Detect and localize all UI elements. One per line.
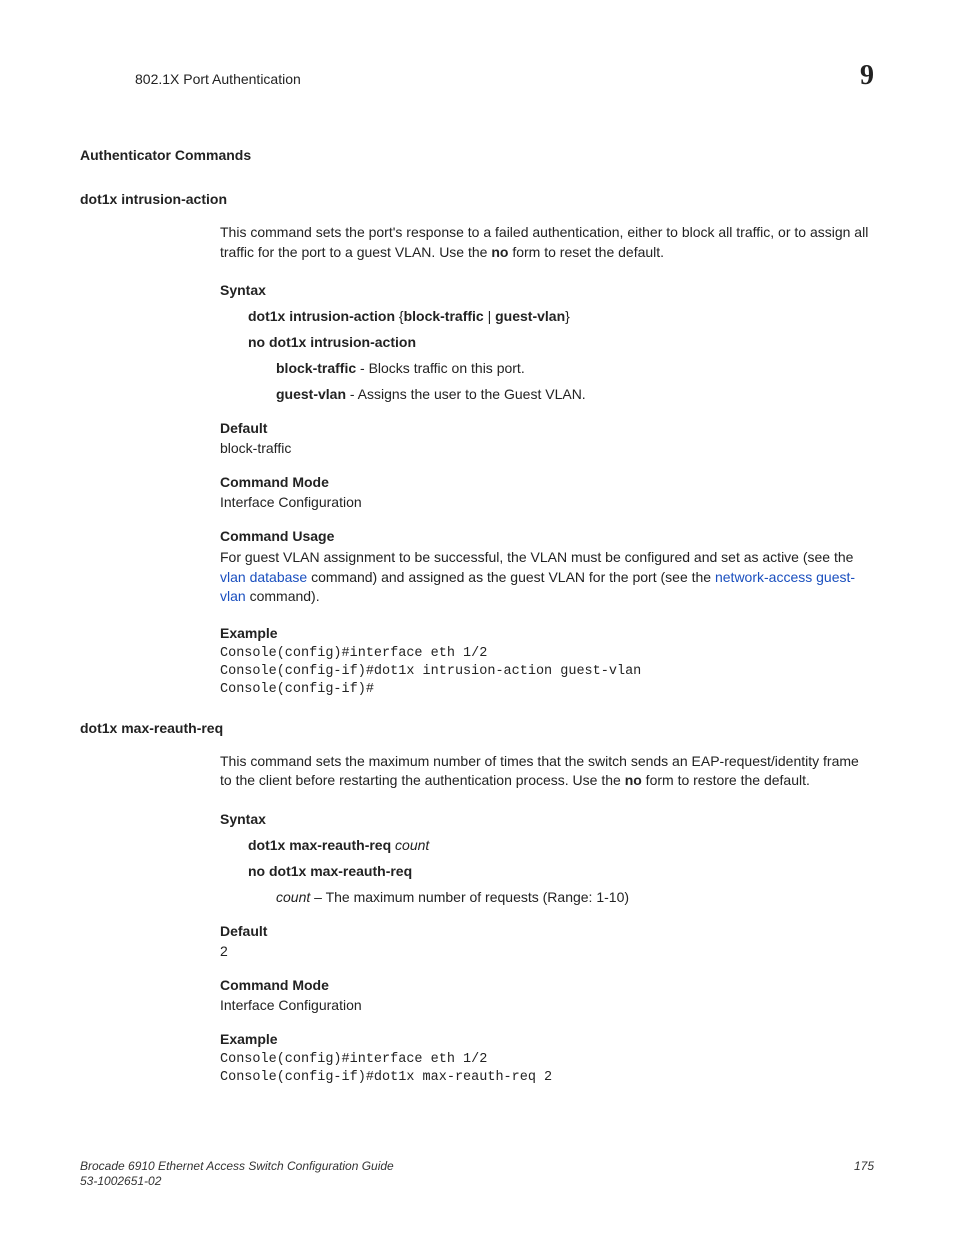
text: form to reset the default. — [508, 244, 664, 260]
section-heading: Authenticator Commands — [80, 147, 874, 163]
page: 802.1X Port Authentication 9 Authenticat… — [0, 0, 954, 1235]
footer-guide-title: Brocade 6910 Ethernet Access Switch Conf… — [80, 1159, 394, 1175]
text: For guest VLAN assignment to be successf… — [220, 549, 853, 565]
mode-value: Interface Configuration — [220, 997, 874, 1013]
footer-left: Brocade 6910 Ethernet Access Switch Conf… — [80, 1159, 394, 1190]
text: } — [565, 308, 570, 324]
command-body-1: This command sets the port's response to… — [220, 223, 874, 700]
text-bold: dot1x intrusion-action — [248, 308, 395, 324]
text: - Blocks traffic on this port. — [356, 360, 525, 376]
usage-heading: Command Usage — [220, 528, 874, 544]
chapter-number: 9 — [860, 60, 874, 92]
text: command) and assigned as the guest VLAN … — [307, 569, 715, 585]
text-bold: guest-vlan — [495, 308, 565, 324]
cmd1-description: This command sets the port's response to… — [220, 223, 874, 262]
default-heading: Default — [220, 923, 874, 939]
command-body-2: This command sets the maximum number of … — [220, 752, 874, 1088]
text: | — [484, 308, 495, 324]
text-bold: dot1x max-reauth-req — [248, 837, 395, 853]
syntax-heading: Syntax — [220, 282, 874, 298]
text: { — [395, 308, 404, 324]
arg-count: count – The maximum number of requests (… — [276, 889, 874, 905]
text-bold: guest-vlan — [276, 386, 346, 402]
cmd2-description: This command sets the maximum number of … — [220, 752, 874, 791]
syntax-line: dot1x intrusion-action {block-traffic | … — [248, 308, 874, 324]
text-bold: no — [625, 772, 642, 788]
text: command). — [246, 588, 320, 604]
example-heading: Example — [220, 1031, 874, 1047]
example-heading: Example — [220, 625, 874, 641]
text-italic: count — [395, 837, 429, 853]
mode-heading: Command Mode — [220, 474, 874, 490]
command-title-intrusion-action: dot1x intrusion-action — [80, 191, 874, 207]
footer-page-number: 175 — [854, 1159, 874, 1190]
option-guest-vlan: guest-vlan - Assigns the user to the Gue… — [276, 386, 874, 402]
mode-heading: Command Mode — [220, 977, 874, 993]
syntax-line: dot1x max-reauth-req count — [248, 837, 874, 853]
text: form to restore the default. — [642, 772, 810, 788]
footer-doc-number: 53-1002651-02 — [80, 1174, 394, 1190]
example-code: Console(config)#interface eth 1/2 Consol… — [220, 645, 874, 700]
default-value: 2 — [220, 943, 874, 959]
page-footer: Brocade 6910 Ethernet Access Switch Conf… — [80, 1159, 874, 1190]
header-title: 802.1X Port Authentication — [80, 71, 301, 87]
link-vlan-database[interactable]: vlan database — [220, 569, 307, 585]
usage-text: For guest VLAN assignment to be successf… — [220, 548, 874, 607]
mode-value: Interface Configuration — [220, 494, 874, 510]
example-code: Console(config)#interface eth 1/2 Consol… — [220, 1051, 874, 1087]
text-italic: count — [276, 889, 310, 905]
text-bold: block-traffic — [404, 308, 484, 324]
default-heading: Default — [220, 420, 874, 436]
page-header: 802.1X Port Authentication 9 — [80, 60, 874, 92]
text-bold: no — [491, 244, 508, 260]
text: – The maximum number of requests (Range:… — [310, 889, 629, 905]
command-title-max-reauth-req: dot1x max-reauth-req — [80, 720, 874, 736]
text: - Assigns the user to the Guest VLAN. — [346, 386, 586, 402]
syntax-heading: Syntax — [220, 811, 874, 827]
default-value: block-traffic — [220, 440, 874, 456]
option-block-traffic: block-traffic - Blocks traffic on this p… — [276, 360, 874, 376]
syntax-line-no: no dot1x intrusion-action — [248, 334, 874, 350]
text-bold: block-traffic — [276, 360, 356, 376]
syntax-line-no: no dot1x max-reauth-req — [248, 863, 874, 879]
